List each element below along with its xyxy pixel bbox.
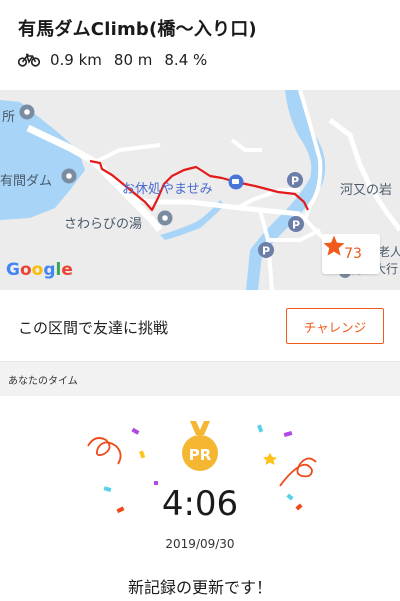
star-count: 73 [344, 246, 362, 262]
map-label-facility1: 老人 [378, 245, 400, 259]
map-pin-icon [61, 168, 77, 184]
segment-elevation: 80 m [113, 51, 153, 69]
parking-icon: P [287, 172, 303, 188]
challenge-text: この区間で友達に挑戦 [18, 319, 169, 337]
segment-stats: 0.9 km 80 m 8.4 % [18, 51, 219, 69]
your-time-card: PR 4:06 2019/09/30 新記録の更新です！ [0, 396, 400, 601]
svg-text:P: P [292, 219, 300, 232]
map-label-dam: 有間ダム [0, 174, 53, 189]
pr-badge-label: PR [188, 446, 212, 464]
svg-text:P: P [262, 245, 270, 258]
map-pin-icon [157, 210, 173, 226]
google-attribution-text: Google [6, 260, 73, 280]
segment-title: 有馬ダムClimb(橋〜入り口) [18, 19, 257, 40]
map-label-cafe: お休処やませみ [122, 182, 213, 197]
svg-text:P: P [291, 175, 299, 188]
parking-icon: P [288, 216, 304, 232]
segment-grade: 8.4 % [164, 51, 208, 69]
pr-message: 新記録の更新です！ [127, 578, 272, 597]
challenge-row: この区間で友達に挑戦 チャレンジ [0, 290, 400, 362]
star-segment-button[interactable]: 73 [322, 234, 380, 274]
segment-map[interactable]: P P P 所 有間ダム お休処やませみ さわらびの湯 河又の岩 老人 施設大行… [0, 90, 400, 290]
google-logo: Google [6, 260, 73, 280]
challenge-button[interactable]: チャレンジ [286, 308, 384, 344]
bike-icon [18, 53, 40, 67]
elapsed-time: 4:06 [161, 484, 239, 524]
your-time-section-label: あなたのタイム [0, 362, 400, 396]
star-icon [323, 235, 345, 256]
effort-date: 2019/09/30 [165, 537, 235, 551]
map-label-kawamata: 河又の岩 [340, 183, 393, 198]
map-pin-icon [19, 104, 35, 120]
map-label-sho: 所 [2, 110, 16, 125]
segment-distance: 0.9 km [50, 51, 102, 69]
cafe-pin-icon [228, 174, 244, 190]
segment-header: 有馬ダムClimb(橋〜入り口) 0.9 km 80 m 8.4 % [0, 0, 400, 90]
map-label-spa: さわらびの湯 [64, 217, 143, 232]
parking-icon: P [258, 242, 274, 258]
